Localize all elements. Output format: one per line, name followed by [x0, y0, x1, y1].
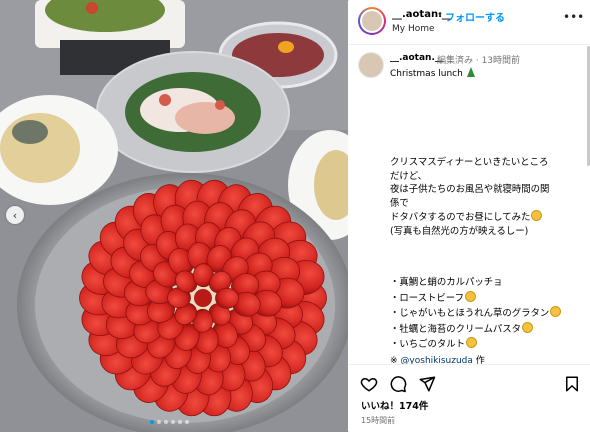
caption-line: 係で: [390, 197, 409, 209]
christmas-tree-icon: [466, 67, 475, 77]
carousel-dot: [178, 420, 182, 424]
chevron-left-icon: ‹: [12, 208, 18, 222]
caption-line: 夜は子供たちのお風呂や就寝時間の関: [390, 184, 550, 196]
list-item: ・牡蠣と海苔のクリームパスタ: [390, 321, 561, 338]
post-timestamp[interactable]: 15時間前: [361, 415, 395, 426]
previous-photo-button[interactable]: ‹: [6, 206, 24, 224]
avatar-image: [362, 11, 382, 31]
caption-body: クリスマスディナーといきたいところ だけど、 夜は子供たちのお風呂や就寝時間の関…: [390, 156, 586, 239]
smile-emoji-icon: [531, 210, 543, 222]
avatar[interactable]: [358, 7, 386, 35]
post-header: __.aotan.__ • フォローする My Home •••: [349, 0, 590, 45]
strawberry-center: [194, 289, 212, 307]
caption-meta: 編集済み · 13時間前: [437, 56, 521, 66]
carousel-indicator: [150, 420, 189, 424]
location-link[interactable]: My Home: [392, 24, 435, 34]
carousel-dot: [164, 420, 168, 424]
menu-list: ・真鯛と蛸のカルパッチョ ・ローストビーフ ・じゃがいもとほうれん草のグラタン …: [390, 276, 562, 353]
caption-line: ドタバタするのでお昼にしてみた: [390, 210, 586, 225]
carousel-dot: [171, 420, 175, 424]
like-count[interactable]: いいね！174件: [361, 398, 428, 412]
strawberry-tart: [79, 179, 327, 417]
caption-title-text: Christmas lunch: [390, 69, 463, 79]
more-options-icon[interactable]: •••: [563, 10, 584, 24]
face-emoji-icon: [464, 290, 476, 302]
face-emoji-icon: [466, 337, 478, 348]
caption-avatar[interactable]: [358, 52, 384, 78]
follow-button[interactable]: フォローする: [445, 9, 505, 24]
caption-username[interactable]: __.aotan.__: [390, 53, 444, 63]
comment-icon[interactable]: [389, 375, 407, 393]
list-item: ・真鯛と蛸のカルパッチョ: [390, 277, 503, 288]
list-item: ・ローストビーフ: [390, 290, 561, 307]
separator-dot: •: [437, 9, 443, 20]
bookmark-icon[interactable]: [563, 375, 581, 393]
action-bar: いいね！174件 15時間前: [349, 364, 590, 433]
caption-line: (写真も自然光の方が映えるしー): [390, 225, 529, 237]
list-item: ・いちごのタルト: [390, 337, 561, 353]
carousel-dot: [157, 420, 161, 424]
caption-title: Christmas lunch: [390, 67, 475, 79]
post-side-panel: __.aotan.__ • フォローする My Home ••• __.aota…: [349, 0, 590, 433]
face-emoji-icon: [521, 321, 533, 333]
share-icon[interactable]: [418, 375, 436, 393]
list-item: ・じゃがいもとほうれん草のグラタン: [390, 306, 562, 322]
carousel-dot: [150, 420, 154, 424]
post-photo[interactable]: ‹: [0, 0, 348, 432]
carousel-dot: [185, 420, 189, 424]
caption-line: だけど、: [390, 170, 428, 182]
heart-icon[interactable]: [360, 375, 378, 393]
strawberry-slice: [215, 287, 239, 309]
caption-line: クリスマスディナーといきたいところ: [390, 157, 549, 168]
face-emoji-icon: [550, 306, 562, 317]
